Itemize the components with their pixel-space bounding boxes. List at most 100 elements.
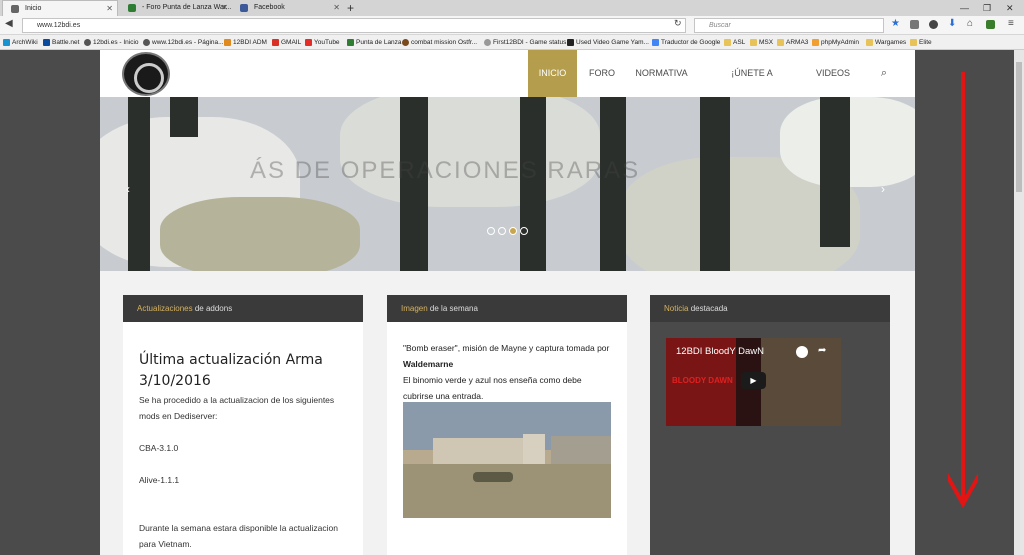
maximize-button[interactable]: ❐	[983, 0, 991, 16]
menu-icon[interactable]: ≡	[1008, 18, 1014, 29]
menu-videos[interactable]: VIDEOS	[812, 50, 854, 97]
reading-list-icon[interactable]	[910, 20, 919, 29]
bookmark-punta-de-lanza[interactable]: Punta de Lanza	[347, 35, 402, 50]
bookmark-folder-arma3[interactable]: ARMA3	[777, 35, 808, 50]
embedded-video[interactable]: 12BDI BloodY DawN BLOODY DAWN ➦ ▶	[666, 338, 841, 426]
bookmark-folder-asl[interactable]: ASL	[724, 35, 745, 50]
reload-icon[interactable]: ↻	[674, 18, 682, 29]
combat-mission-icon	[402, 39, 409, 46]
bookmark-combat-mission[interactable]: combat mission Ostfr...	[402, 35, 477, 50]
bookmark-traductor[interactable]: Traductor de Google	[652, 35, 720, 50]
scroll-down-arrow-icon	[948, 72, 978, 509]
menu-label: FORO	[589, 68, 615, 78]
slider-dot[interactable]	[487, 227, 495, 235]
bookmark-folder-elite[interactable]: Elite	[910, 35, 932, 50]
slider-prev-icon[interactable]: ‹	[126, 182, 130, 196]
url-bar[interactable]: www.12bdi.es	[22, 18, 686, 33]
bookmark-label: Battle.net	[52, 39, 80, 46]
share-icon[interactable]: ➦	[818, 345, 826, 356]
bookmark-folder-msx[interactable]: MSX	[750, 35, 773, 50]
bookmark-phpmyadmin[interactable]: phpMyAdmin	[812, 35, 859, 50]
slider-dot-active[interactable]	[509, 227, 517, 235]
page-scrollbar[interactable]	[1014, 50, 1024, 555]
close-icon[interactable]: ✕	[221, 0, 228, 16]
tab-inicio[interactable]: Inicio ✕	[2, 0, 118, 16]
bookmark-youtube[interactable]: YouTube	[305, 35, 340, 50]
bookmark-folder-wargames[interactable]: Wargames	[866, 35, 906, 50]
bookmark-12bdi-pagina[interactable]: www.12bdi.es - Página...	[143, 35, 224, 50]
home-icon[interactable]: ⌂	[967, 18, 973, 29]
back-button[interactable]: ◀	[5, 18, 13, 29]
bookmark-label: ASL	[733, 39, 746, 46]
new-tab-button[interactable]: +	[347, 0, 354, 16]
extension-icon[interactable]	[986, 20, 995, 29]
watch-later-icon[interactable]	[796, 346, 808, 358]
bookmark-label: 12BDI ADM	[233, 39, 267, 46]
hero-caption: ÁS DE OPERACIONES RARAS	[250, 157, 641, 184]
bookmark-label: MSX	[759, 39, 774, 46]
minimize-button[interactable]: —	[960, 0, 969, 16]
url-text: www.12bdi.es	[37, 22, 81, 29]
play-icon[interactable]: ▶	[741, 372, 766, 389]
hero-letter-shape	[700, 97, 730, 271]
globe-icon	[143, 39, 150, 46]
website-page: INICIO FORO NORMATIVA ¡ÚNETE A NOSOTROS!…	[100, 50, 915, 555]
bookmark-label: Used Video Game Yam...	[576, 39, 649, 46]
translate-icon	[652, 39, 659, 46]
bookmark-label: 12bdi.es - Inicio	[93, 39, 139, 46]
folder-icon	[750, 39, 757, 46]
updates-panel: Actualizaciones de addons Última actuali…	[123, 295, 363, 555]
close-icon[interactable]: ✕	[106, 1, 113, 16]
gmail-icon	[272, 39, 279, 46]
tab-foro[interactable]: - Foro Punta de Lanza War... ✕	[120, 0, 232, 16]
bookmark-12bdi-inicio[interactable]: 12bdi.es - Inicio	[84, 35, 139, 50]
slider-dot[interactable]	[498, 227, 506, 235]
menu-inicio[interactable]: INICIO	[528, 50, 577, 97]
bookmark-battlenet[interactable]: Battle.net	[43, 35, 79, 50]
menu-foro[interactable]: FORO	[582, 50, 622, 97]
bookmark-gmail[interactable]: GMAIL	[272, 35, 301, 50]
author-name[interactable]: Waldemarne	[403, 359, 453, 369]
week-screenshot[interactable]	[403, 402, 611, 518]
hero-letter-shape	[128, 97, 150, 271]
updates-body: Última actualización Arma 3/10/2016 Se h…	[123, 350, 363, 552]
bookmark-label: Wargames	[875, 39, 907, 46]
download-icon[interactable]: ⬇	[948, 18, 956, 29]
menu-label: INICIO	[538, 68, 567, 78]
bookmark-archwiki[interactable]: ArchWiki	[3, 35, 38, 50]
shop-icon	[567, 39, 574, 46]
globe-icon	[84, 39, 91, 46]
header-text: destacada	[690, 304, 728, 313]
search-icon[interactable]: ⌕	[872, 50, 896, 97]
tab-title: - Foro Punta de Lanza War...	[142, 4, 232, 11]
menu-normativa[interactable]: NORMATIVA	[630, 50, 693, 97]
menu-unete[interactable]: ¡ÚNETE A NOSOTROS!	[704, 50, 800, 125]
tab-facebook[interactable]: Facebook ✕	[232, 0, 344, 16]
video-title: 12BDI BloodY DawN	[676, 346, 765, 357]
bookmark-first12bdi[interactable]: First12BDI - Game status	[484, 35, 566, 50]
scrollbar-thumb[interactable]	[1016, 62, 1022, 192]
search-input[interactable]: Buscar	[694, 18, 884, 33]
bookmark-star-icon[interactable]: ★	[891, 18, 900, 29]
slider-next-icon[interactable]: ›	[881, 182, 885, 196]
header-text: de la semana	[429, 304, 478, 313]
bookmark-label: Punta de Lanza	[356, 39, 402, 46]
menu-label: NORMATIVA	[635, 68, 688, 78]
mod-item: CBA-3.1.0	[139, 443, 179, 453]
hero-letter-shape	[170, 97, 198, 137]
close-window-button[interactable]: ✕	[1006, 0, 1014, 16]
tab-title: Inicio	[25, 5, 42, 12]
bookmark-label: First12BDI - Game status	[493, 39, 567, 46]
hero-letter-shape	[820, 97, 850, 247]
pocket-icon[interactable]	[929, 20, 938, 29]
slider-dot[interactable]	[520, 227, 528, 235]
bookmark-12bdi-adm[interactable]: 12BDI ADM	[224, 35, 267, 50]
image-caption: "Bomb eraser", misión de Mayne y captura…	[387, 322, 627, 404]
archwiki-icon	[3, 39, 10, 46]
site-logo[interactable]	[122, 52, 170, 96]
bookmark-used-video-game[interactable]: Used Video Game Yam...	[567, 35, 649, 50]
menu-label: VIDEOS	[815, 68, 850, 78]
bookmark-label: www.12bdi.es - Página...	[152, 39, 224, 46]
close-icon[interactable]: ✕	[333, 0, 340, 16]
game-status-icon	[484, 39, 491, 46]
